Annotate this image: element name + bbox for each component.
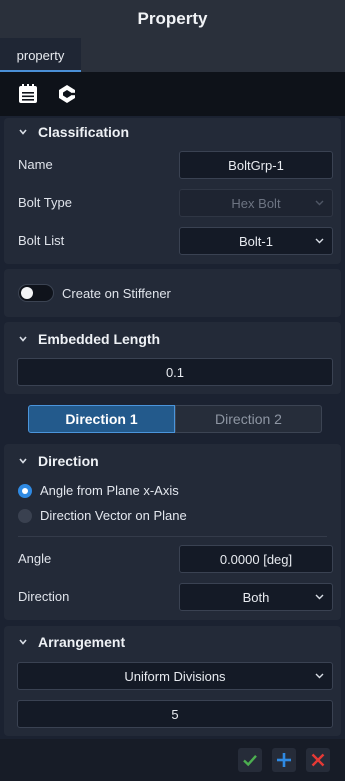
bolt-type-label: Bolt Type — [18, 195, 72, 210]
chevron-down-icon — [19, 639, 27, 645]
ok-button[interactable] — [238, 748, 262, 772]
create-on-stiffener-label: Create on Stiffener — [62, 286, 171, 301]
angle-label: Angle — [18, 551, 52, 566]
cancel-button[interactable] — [306, 748, 330, 772]
division-count-input[interactable]: 5 — [17, 700, 333, 728]
bolt-list-select[interactable]: Bolt-1 — [179, 227, 333, 255]
tab-direction-2[interactable]: Direction 2 — [175, 405, 322, 433]
embedded-length-header[interactable]: Embedded Length — [18, 331, 160, 347]
bolt-type-value: Hex Bolt — [231, 195, 281, 211]
chevron-down-icon — [19, 129, 27, 135]
tab-direction-1[interactable]: Direction 1 — [28, 405, 175, 433]
footer-bar — [0, 739, 345, 781]
arrangement-section: Arrangement Uniform Divisions 5 — [4, 626, 341, 736]
classification-header[interactable]: Classification — [18, 124, 129, 140]
chevron-down-icon — [315, 594, 324, 600]
toggle-knob — [21, 287, 33, 299]
angle-from-plane-radio[interactable] — [18, 484, 32, 498]
embedded-length-section: Embedded Length 0.1 — [4, 322, 341, 394]
bolt-type-select: Hex Bolt — [179, 189, 333, 217]
direction-select[interactable]: Both — [179, 583, 333, 611]
chevron-down-icon — [315, 200, 324, 206]
toolbar — [0, 72, 345, 116]
divider — [18, 536, 327, 537]
direction-header[interactable]: Direction — [18, 453, 99, 469]
arrangement-title: Arrangement — [38, 634, 126, 650]
plus-icon — [277, 753, 291, 767]
bolt-logo-icon[interactable] — [55, 82, 79, 106]
embedded-length-title: Embedded Length — [38, 331, 161, 347]
name-label: Name — [18, 157, 53, 172]
embedded-length-input[interactable]: 0.1 — [17, 358, 333, 386]
direction-label: Direction — [18, 589, 70, 604]
stiffener-section: Create on Stiffener — [4, 269, 341, 317]
arrangement-header[interactable]: Arrangement — [18, 634, 125, 650]
chevron-down-icon — [19, 458, 27, 464]
chevron-down-icon — [315, 673, 324, 679]
add-button[interactable] — [272, 748, 296, 772]
tab-bar: property — [0, 38, 345, 72]
direction-vector-radio[interactable] — [18, 509, 32, 523]
check-icon — [243, 754, 257, 767]
classification-title: Classification — [38, 124, 130, 140]
close-icon — [311, 753, 325, 767]
classification-section: Classification Name BoltGrp-1 Bolt Type … — [4, 118, 341, 264]
chevron-down-icon — [315, 238, 324, 244]
create-on-stiffener-toggle[interactable] — [18, 284, 54, 302]
arrangement-type-select[interactable]: Uniform Divisions — [17, 662, 333, 690]
notes-icon[interactable] — [16, 82, 40, 106]
name-input[interactable]: BoltGrp-1 — [179, 151, 333, 179]
angle-from-plane-label: Angle from Plane x-Axis — [40, 483, 179, 498]
bolt-list-value: Bolt-1 — [239, 233, 273, 249]
tab-property[interactable]: property — [0, 38, 81, 72]
panel-title: Property — [0, 0, 345, 38]
direction-value: Both — [242, 589, 270, 605]
direction-title: Direction — [38, 453, 99, 469]
angle-input[interactable]: 0.0000 [deg] — [179, 545, 333, 573]
bolt-list-label: Bolt List — [18, 233, 65, 248]
direction-section: Direction Angle from Plane x-Axis Direct… — [4, 444, 341, 620]
direction-vector-label: Direction Vector on Plane — [40, 508, 187, 523]
arrangement-type-value: Uniform Divisions — [124, 668, 226, 684]
chevron-down-icon — [19, 336, 27, 342]
